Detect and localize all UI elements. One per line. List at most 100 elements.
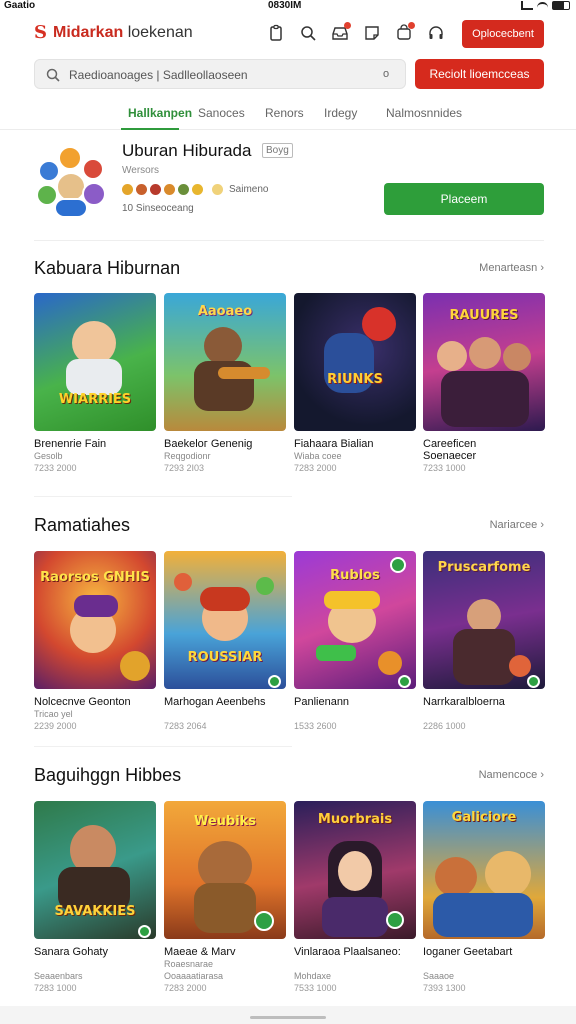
brand-name: Midarkan bbox=[53, 23, 124, 41]
game-thumbnail: WIARRIES bbox=[34, 293, 156, 431]
card-stats: 7393 1300 bbox=[423, 983, 466, 993]
brand-suffix: loekenan bbox=[127, 23, 193, 41]
section-title: Ramatiahes bbox=[34, 515, 131, 535]
profile-tag: Boyg bbox=[262, 143, 293, 158]
thumbnail-art-text: SAVAKKIES bbox=[54, 904, 136, 919]
game-thumbnail: Aaoaeo bbox=[164, 293, 286, 431]
card-title: Maeae & Marv bbox=[164, 946, 236, 958]
divider bbox=[34, 496, 292, 497]
game-thumbnail: RAUURES bbox=[423, 293, 545, 431]
carrier-text: Gaatio bbox=[4, 0, 36, 11]
search-input[interactable]: Raedioanoages | Sadlleollaoseen o bbox=[34, 59, 406, 89]
bottom-nav-area bbox=[0, 1006, 576, 1024]
badge-icon bbox=[178, 184, 189, 195]
clipboard-icon[interactable] bbox=[266, 23, 286, 43]
clear-icon[interactable]: o bbox=[383, 68, 395, 80]
badge-row: Saimeno bbox=[122, 184, 268, 195]
home-indicator[interactable] bbox=[250, 1016, 326, 1019]
profile-stats: 10 Sinseoceang bbox=[122, 203, 194, 214]
chevron-right-icon: › bbox=[540, 262, 544, 274]
section-more-link[interactable]: Namencoce › bbox=[479, 769, 544, 781]
card-subtitle: Saaaoe bbox=[423, 971, 455, 981]
thumbnail-art-text: Raorsos GNHIS bbox=[40, 570, 150, 585]
headset-icon[interactable] bbox=[426, 23, 446, 43]
tab-2[interactable]: Renors bbox=[265, 106, 304, 120]
card-subtitle: Ooaaaatiarasa bbox=[164, 971, 224, 981]
card-stats: 1533 2600 bbox=[294, 721, 337, 731]
badge-icon bbox=[164, 184, 175, 195]
game-thumbnail: SAVAKKIES bbox=[34, 801, 156, 939]
chevron-right-icon: › bbox=[540, 769, 544, 781]
inbox-icon[interactable] bbox=[330, 22, 351, 43]
game-thumbnail: Rublos bbox=[294, 551, 416, 689]
search-icon bbox=[46, 68, 60, 82]
divider bbox=[34, 746, 292, 747]
verified-icon bbox=[386, 911, 404, 929]
card-title: Sanara Gohaty bbox=[34, 946, 108, 958]
chevron-right-icon: › bbox=[540, 519, 544, 531]
search-icon[interactable] bbox=[298, 23, 318, 43]
thumbnail-art-text: RAUURES bbox=[449, 308, 519, 323]
card-stats: 7283 2000 bbox=[294, 463, 337, 473]
search-button[interactable]: Reciolt lioemcceas bbox=[415, 59, 544, 89]
card-title: Narrkaralbloerna bbox=[423, 696, 505, 708]
tab-1[interactable]: Sanoces bbox=[198, 106, 245, 120]
tab-3[interactable]: Irdegy bbox=[324, 106, 357, 120]
wifi-icon bbox=[537, 1, 548, 10]
game-thumbnail: ROUSSIAR bbox=[164, 551, 286, 689]
verified-icon bbox=[254, 911, 274, 931]
card-stats: 7283 1000 bbox=[34, 983, 77, 993]
note-icon[interactable] bbox=[362, 23, 382, 43]
thumbnail-art-text: ROUSSIAR bbox=[187, 650, 263, 665]
verified-icon bbox=[138, 925, 151, 938]
avatar[interactable] bbox=[34, 144, 108, 220]
thumbnail-art-text: WIARRIES bbox=[58, 392, 132, 407]
badge-icon bbox=[212, 184, 223, 195]
card-stats: 7233 1000 bbox=[423, 463, 466, 473]
card-title: Brenenrie Fain bbox=[34, 438, 107, 450]
card-subtitle: Wiaba coee bbox=[294, 451, 342, 461]
section-more-link[interactable]: Menarteasn › bbox=[479, 262, 544, 274]
thumbnail-art-text: Rublos bbox=[330, 568, 380, 583]
follow-button[interactable]: Placeem bbox=[384, 183, 544, 215]
badge-icon bbox=[122, 184, 133, 195]
profile-card: Uburan Hiburada Boyg Wersors Saimeno 10 … bbox=[0, 138, 576, 230]
game-thumbnail: Raorsos GNHIS bbox=[34, 551, 156, 689]
card-stats: 2286 1000 bbox=[423, 721, 466, 731]
card-title: Ioganer Geetabart bbox=[423, 946, 513, 958]
bag-icon[interactable] bbox=[394, 22, 415, 43]
card-subtitle: Mohdaxe bbox=[294, 971, 332, 981]
card-title: Panlienann bbox=[294, 696, 350, 708]
top-app-bar: S Midarkan loekenan Oplocecbent bbox=[0, 18, 576, 50]
game-thumbnail: RIUNKS bbox=[294, 293, 416, 431]
search-row: Raedioanoages | Sadlleollaoseen o Reciol… bbox=[34, 59, 544, 89]
card-stats: 7233 2000 bbox=[34, 463, 77, 473]
badge-label: Saimeno bbox=[229, 184, 269, 195]
notification-dot bbox=[408, 22, 415, 29]
card-subtitle: Roaesnarae bbox=[164, 959, 214, 969]
verified-icon bbox=[268, 675, 281, 688]
active-tab-indicator bbox=[121, 128, 179, 130]
game-thumbnail: Galiciore bbox=[423, 801, 545, 939]
tab-4[interactable]: Nalmosnnides bbox=[386, 106, 462, 120]
card-subtitle: Reqgodionr bbox=[164, 451, 211, 461]
app-logo[interactable]: S Midarkan loekenan bbox=[34, 22, 193, 43]
thumbnail-art-text: Aaoaeo bbox=[197, 304, 253, 319]
status-icons bbox=[521, 1, 570, 10]
thumbnail-art-text: Muorbrais bbox=[317, 812, 393, 827]
card-subtitle: Gesolb bbox=[34, 451, 63, 461]
tab-0[interactable]: Hallkanpen bbox=[128, 106, 192, 120]
logo-mark-icon: S bbox=[34, 22, 47, 43]
card-title: Fiahaara Bialian bbox=[294, 438, 374, 450]
card-title: Marhogan Aeenbehs bbox=[164, 696, 266, 708]
header-action-button[interactable]: Oplocecbent bbox=[462, 20, 544, 48]
thumbnail-art-text: RIUNKS bbox=[327, 372, 383, 387]
verified-icon bbox=[398, 675, 411, 688]
badge-icon bbox=[150, 184, 161, 195]
card-title: Baekeloг Genenig bbox=[164, 438, 253, 450]
game-thumbnail: Weubiks bbox=[164, 801, 286, 939]
section-more-link[interactable]: Nariarcee › bbox=[490, 519, 544, 531]
card-subtitle: Seaaenbars bbox=[34, 971, 83, 981]
profile-subtitle: Wersors bbox=[122, 165, 160, 176]
badge-icon bbox=[136, 184, 147, 195]
